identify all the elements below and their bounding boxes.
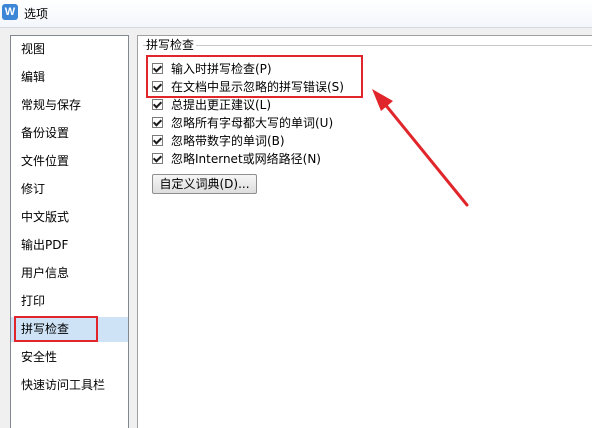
title-bar: W 选项	[0, 0, 592, 28]
window-title: 选项	[24, 7, 49, 21]
nav-item-general-save[interactable]: 常规与保存	[11, 93, 128, 118]
highlight-box-nav	[14, 316, 98, 342]
option-label: 忽略Internet或网络路径(N)	[171, 152, 321, 166]
nav-item-backup[interactable]: 备份设置	[11, 121, 128, 146]
nav-item-user-info[interactable]: 用户信息	[11, 261, 128, 286]
nav-item-print[interactable]: 打印	[11, 289, 128, 314]
nav-item-quick-access-toolbar[interactable]: 快速访问工具栏	[11, 373, 128, 398]
highlight-box-options	[146, 55, 363, 98]
nav-item-revisions[interactable]: 修订	[11, 177, 128, 202]
nav-item-edit[interactable]: 编辑	[11, 65, 128, 90]
checkbox-checked[interactable]	[152, 135, 163, 146]
checkbox-checked[interactable]	[152, 153, 163, 164]
option-label: 总提出更正建议(L)	[171, 98, 272, 112]
options-nav-list: 视图 编辑 常规与保存 备份设置 文件位置 修订 中文版式 输出PDF 用户信息…	[10, 35, 129, 428]
nav-item-security[interactable]: 安全性	[11, 345, 128, 370]
checkbox-checked[interactable]	[152, 99, 163, 110]
custom-dictionary-button[interactable]: 自定义词典(D)...	[152, 174, 257, 194]
group-divider	[143, 45, 592, 46]
nav-item-view[interactable]: 视图	[11, 37, 128, 62]
group-title-spellcheck: 拼写检查	[146, 38, 197, 52]
option-label: 忽略所有字母都大写的单词(U)	[171, 116, 334, 130]
nav-item-export-pdf[interactable]: 输出PDF	[11, 233, 128, 258]
nav-item-chinese-layout[interactable]: 中文版式	[11, 205, 128, 230]
nav-item-file-locations[interactable]: 文件位置	[11, 149, 128, 174]
option-label: 忽略带数字的单词(B)	[171, 134, 285, 148]
checkbox-checked[interactable]	[152, 117, 163, 128]
wps-writer-icon: W	[2, 4, 18, 20]
